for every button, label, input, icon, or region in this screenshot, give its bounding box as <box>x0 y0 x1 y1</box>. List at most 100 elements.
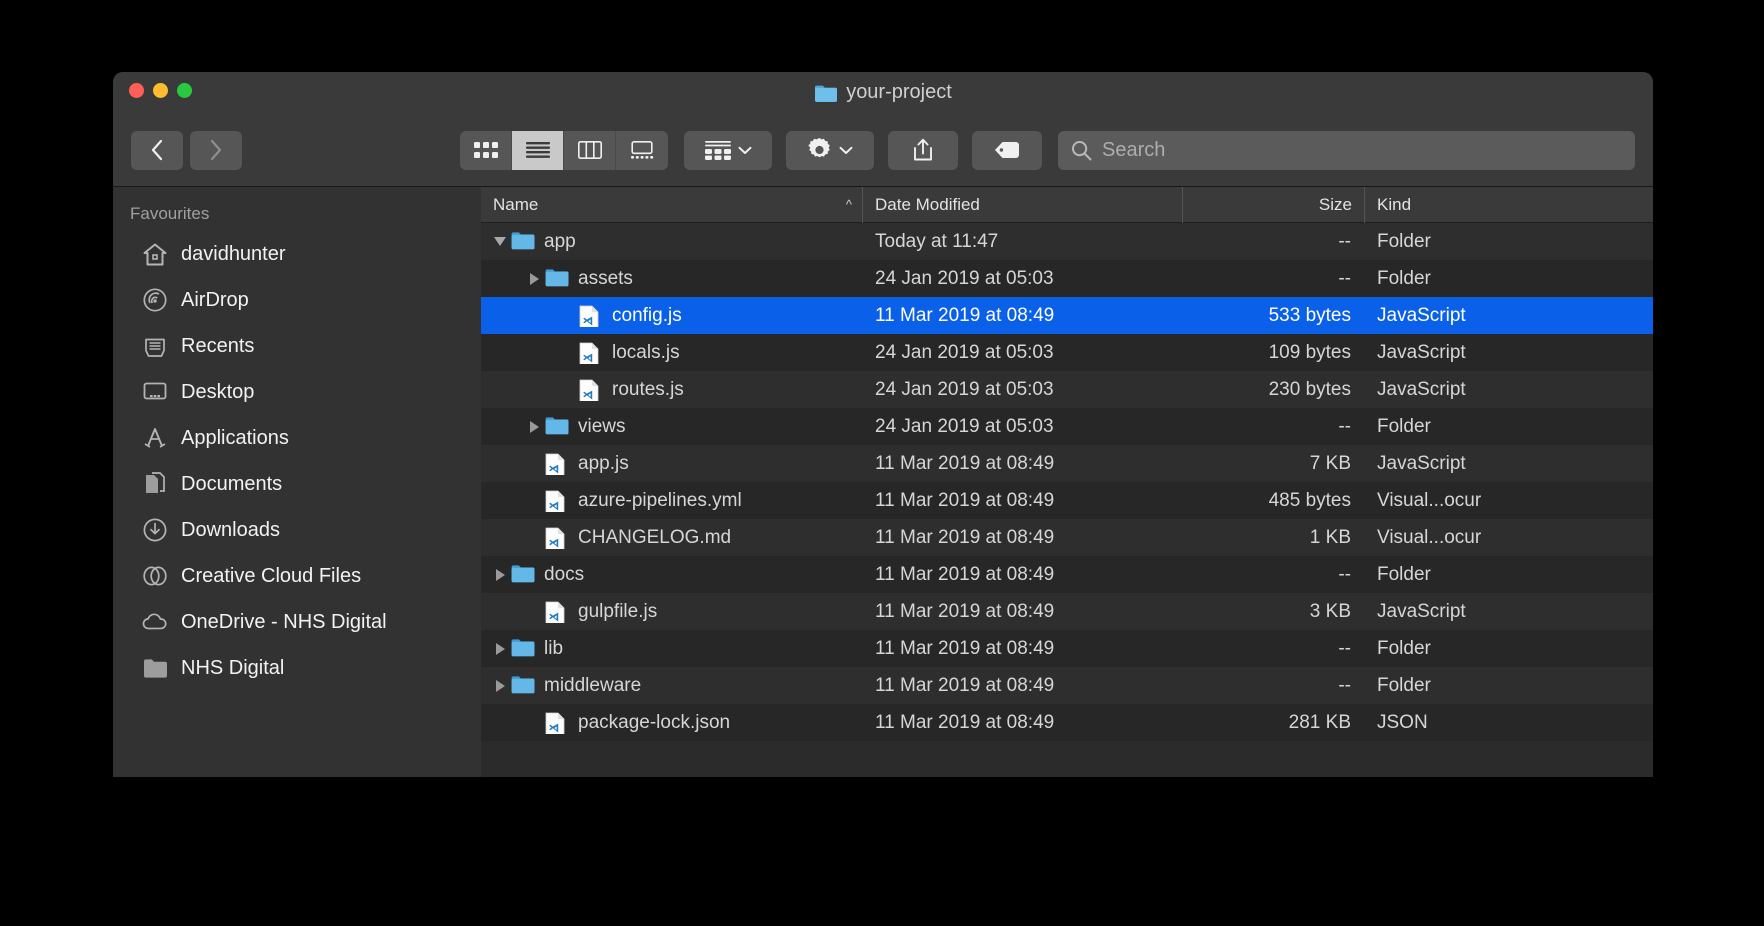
file-name: routes.js <box>612 378 684 400</box>
search-input[interactable]: Search <box>1102 139 1165 162</box>
disclosure-triangle-right-icon[interactable] <box>489 679 511 692</box>
table-row[interactable]: azure-pipelines.yml 11 Mar 2019 at 08:49 4… <box>481 482 1653 519</box>
table-row[interactable]: assets 24 Jan 2019 at 05:03 -- Folder <box>481 260 1653 297</box>
code-file-icon <box>579 379 603 401</box>
table-row[interactable]: app.js 11 Mar 2019 at 08:49 7 KB JavaScript <box>481 445 1653 482</box>
cell-name: app <box>481 231 863 253</box>
home-icon <box>142 241 168 267</box>
sidebar-item-applications[interactable]: Applications <box>113 415 481 461</box>
sidebar-item-onedrive-nhs-digital[interactable]: OneDrive - NHS Digital <box>113 599 481 645</box>
table-row[interactable]: config.js 11 Mar 2019 at 08:49 533 bytes Ja… <box>481 297 1653 334</box>
cell-size: -- <box>1338 674 1351 696</box>
column-header-kind[interactable]: Kind <box>1365 187 1653 223</box>
cell-date-modified: 11 Mar 2019 at 08:49 <box>875 674 1055 696</box>
sidebar-item-airdrop[interactable]: AirDrop <box>113 277 481 323</box>
table-row[interactable]: lib 11 Mar 2019 at 08:49 -- Folder <box>481 630 1653 667</box>
disclosure-triangle-right-icon[interactable] <box>489 642 511 655</box>
cell-name: routes.js <box>481 379 863 401</box>
table-row[interactable]: locals.js 24 Jan 2019 at 05:03 109 bytes Ja… <box>481 334 1653 371</box>
disclosure-triangle-right-icon[interactable] <box>523 420 545 433</box>
sidebar-item-davidhunter[interactable]: davidhunter <box>113 231 481 277</box>
cell-kind: Folder <box>1377 674 1431 696</box>
cell-kind: Folder <box>1377 267 1431 289</box>
chevron-left-icon <box>151 139 163 161</box>
cell-name: assets <box>481 268 863 290</box>
sidebar-item-creative-cloud-files[interactable]: Creative Cloud Files <box>113 553 481 599</box>
cell-date-modified: 24 Jan 2019 at 05:03 <box>875 341 1054 363</box>
chevron-down-icon <box>738 146 751 154</box>
list-view-button[interactable] <box>512 130 564 170</box>
sidebar-item-label: Downloads <box>181 518 280 541</box>
action-button[interactable] <box>786 130 874 170</box>
tags-button[interactable] <box>972 130 1042 170</box>
cell-date-modified: 11 Mar 2019 at 08:49 <box>875 563 1055 585</box>
sidebar-item-label: OneDrive - NHS Digital <box>181 610 387 633</box>
column-header-label: Date Modified <box>875 194 980 214</box>
search-icon <box>1072 140 1092 160</box>
sidebar-item-downloads[interactable]: Downloads <box>113 507 481 553</box>
share-icon <box>914 138 932 161</box>
sidebar-item-recents[interactable]: Recents <box>113 323 481 369</box>
file-rows: app Today at 11:47 -- Folder assets 24 Jan 20… <box>481 223 1653 741</box>
file-name: config.js <box>612 304 682 326</box>
column-header-date-modified[interactable]: Date Modified <box>863 187 1183 223</box>
sidebar: Favourites davidhunter AirDrop Recents D… <box>113 187 481 777</box>
window-title: your-project <box>113 81 1653 104</box>
code-file-icon <box>545 527 569 549</box>
forward-button[interactable] <box>190 130 242 170</box>
table-row[interactable]: views 24 Jan 2019 at 05:03 -- Folder <box>481 408 1653 445</box>
code-file-icon <box>545 601 569 623</box>
table-row[interactable]: routes.js 24 Jan 2019 at 05:03 230 bytes Ja… <box>481 371 1653 408</box>
desktop-icon <box>142 379 168 405</box>
cell-kind: Visual...ocur <box>1377 489 1482 511</box>
table-row[interactable]: docs 11 Mar 2019 at 08:49 -- Folder <box>481 556 1653 593</box>
disclosure-triangle-right-icon[interactable] <box>523 272 545 285</box>
table-row[interactable]: middleware 11 Mar 2019 at 08:49 -- Folder <box>481 667 1653 704</box>
gear-icon <box>808 137 830 157</box>
cell-kind: JSON <box>1377 711 1428 733</box>
applications-icon <box>142 425 168 451</box>
column-header-name[interactable]: Name ^ <box>481 187 863 223</box>
cell-size: 533 bytes <box>1268 304 1351 326</box>
back-button[interactable] <box>131 130 183 170</box>
column-header-size[interactable]: Size <box>1183 187 1365 223</box>
disclosure-triangle-right-icon[interactable] <box>489 568 511 581</box>
table-row[interactable]: CHANGELOG.md 11 Mar 2019 at 08:49 1 KB Visu… <box>481 519 1653 556</box>
toolbar: Search <box>113 120 1653 180</box>
file-name: locals.js <box>612 341 680 363</box>
search-field[interactable]: Search <box>1058 130 1635 170</box>
share-button[interactable] <box>888 130 958 170</box>
sort-ascending-icon: ^ <box>845 197 852 212</box>
cell-name: CHANGELOG.md <box>481 527 863 549</box>
finder-window: your-project Search Favourites davidhunt… <box>113 72 1653 777</box>
code-file-icon <box>545 490 569 512</box>
arrange-button[interactable] <box>684 130 772 170</box>
cell-size: 230 bytes <box>1268 378 1351 400</box>
table-row[interactable]: package-lock.json 11 Mar 2019 at 08:49 281… <box>481 704 1653 741</box>
sidebar-item-label: Desktop <box>181 380 255 403</box>
file-name: lib <box>544 637 564 659</box>
sidebar-item-label: AirDrop <box>181 288 249 311</box>
gallery-view-button[interactable] <box>616 131 668 170</box>
sidebar-item-documents[interactable]: Documents <box>113 461 481 507</box>
sidebar-item-desktop[interactable]: Desktop <box>113 369 481 415</box>
folder-icon <box>511 638 535 660</box>
cell-date-modified: Today at 11:47 <box>875 230 999 252</box>
sidebar-item-nhs-digital[interactable]: NHS Digital <box>113 645 481 691</box>
table-row[interactable]: gulpfile.js 11 Mar 2019 at 08:49 3 KB JavaS… <box>481 593 1653 630</box>
icon-view-button[interactable] <box>460 130 512 170</box>
view-mode-segmented-control <box>460 130 668 170</box>
cell-date-modified: 11 Mar 2019 at 08:49 <box>875 637 1055 659</box>
cell-size: 3 KB <box>1309 600 1351 622</box>
folder-icon <box>814 84 838 102</box>
column-view-button[interactable] <box>564 130 616 170</box>
arrange-icon <box>704 140 731 160</box>
disclosure-triangle-down-icon[interactable] <box>489 237 511 246</box>
file-name: views <box>578 415 626 437</box>
file-list: Name ^ Date Modified Size Kind app Today … <box>481 187 1653 777</box>
code-file-icon <box>579 342 603 364</box>
column-headers: Name ^ Date Modified Size Kind <box>481 187 1653 223</box>
table-row[interactable]: app Today at 11:47 -- Folder <box>481 223 1653 260</box>
cell-name: views <box>481 416 863 438</box>
file-name: middleware <box>544 674 642 696</box>
